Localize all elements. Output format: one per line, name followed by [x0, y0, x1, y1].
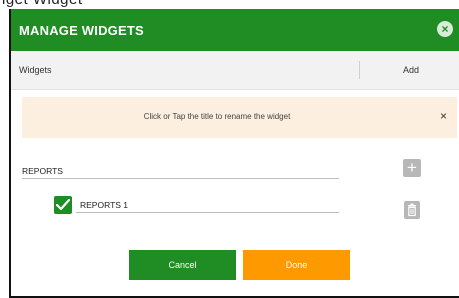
column-divider	[359, 61, 360, 79]
checkmark-icon	[56, 199, 70, 211]
reports-1-checkbox[interactable]	[54, 196, 72, 214]
manage-widgets-dialog: MANAGE WIDGETS × Widgets Add Click or Ta…	[9, 9, 459, 298]
trash-icon[interactable]	[404, 201, 420, 219]
info-banner: Click or Tap the title to rename the wid…	[22, 97, 457, 138]
banner-message: Click or Tap the title to rename the wid…	[143, 112, 291, 121]
add-column-label: Add	[403, 65, 420, 75]
reports-1-label[interactable]: REPORTS 1	[80, 200, 128, 210]
banner-close-icon[interactable]: ×	[440, 109, 447, 123]
dialog-title: MANAGE WIDGETS	[19, 23, 144, 38]
report-title-underline	[22, 178, 339, 179]
background-text: lget Widget	[2, 0, 83, 8]
done-button[interactable]: Done	[243, 250, 350, 280]
trash-glyph	[408, 203, 416, 217]
reports-1-underline	[76, 212, 339, 213]
report-title[interactable]: REPORTS	[22, 166, 63, 176]
cancel-button[interactable]: Cancel	[129, 250, 236, 280]
column-header: Widgets Add	[11, 51, 459, 90]
widgets-column-label: Widgets	[19, 65, 52, 75]
dialog-header: MANAGE WIDGETS ×	[11, 9, 459, 51]
background-page-fragment: lget Widget	[0, 0, 459, 9]
close-icon[interactable]: ×	[437, 21, 453, 37]
add-widget-icon[interactable]: +	[403, 159, 421, 177]
